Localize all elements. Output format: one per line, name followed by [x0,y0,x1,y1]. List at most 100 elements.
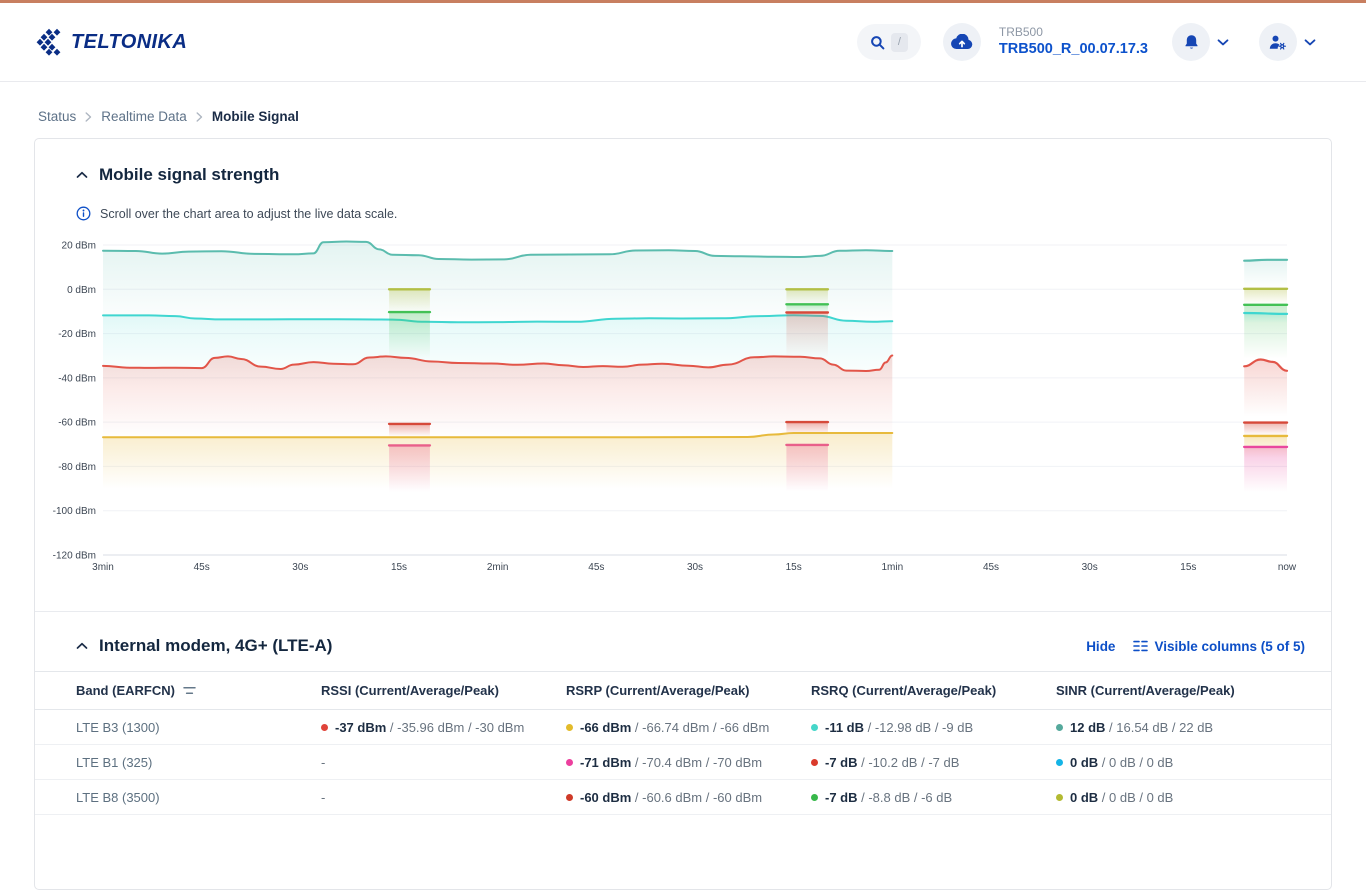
column-header-band[interactable]: Band (EARFCN) [35,672,321,710]
table-header-row: Band (EARFCN) RSSI (Current/Average/Peak… [35,672,1331,710]
signal-chart-area: 20 dBm0 dBm-20 dBm-40 dBm-60 dBm-80 dBm-… [35,233,1331,585]
y-tick-label: -20 dBm [58,329,96,340]
column-header-rsrq: RSRQ (Current/Average/Peak) [811,672,1056,710]
x-tick-label: 15s [391,562,407,573]
metric-cell: - [321,745,566,780]
table-actions: Hide Visible columns (5 of 5) [1086,639,1305,654]
info-icon [76,206,91,221]
filter-icon[interactable] [183,686,196,695]
metric-cell: 12 dB / 16.54 dB / 22 dB [1056,710,1331,745]
collapse-signal-section-button[interactable] [76,171,88,179]
user-menu-chevron-icon[interactable] [1304,33,1316,51]
search-icon [870,35,885,50]
sinr-b8-now-area [1244,289,1287,306]
band-header-label: Band (EARFCN) [76,683,175,698]
breadcrumb: Status Realtime Data Mobile Signal [0,82,1366,124]
band-cell: LTE B3 (1300) [35,710,321,745]
cloud-upload-icon [951,34,973,50]
x-tick-label: 30s [687,562,703,573]
series-color-dot [811,724,818,731]
notifications-chevron-icon[interactable] [1217,33,1229,51]
columns-icon [1133,640,1148,652]
x-tick-label: 45s [983,562,999,573]
sinr-b3-now-area [1244,260,1287,291]
device-firmware: TRB500_R_00.07.17.3 [999,40,1148,59]
user-settings-icon [1269,35,1287,50]
table-row: LTE B1 (325)--71 dBm / -70.4 dBm / -70 d… [35,745,1331,780]
chart-info-text: Scroll over the chart area to adjust the… [100,207,397,221]
y-tick-label: -100 dBm [53,506,96,517]
chevron-right-icon [196,112,203,122]
chevron-right-icon [85,112,92,122]
band-cell: LTE B8 (3500) [35,780,321,815]
chevron-up-icon [76,171,88,179]
search-button[interactable]: / [857,24,921,60]
modem-table: Band (EARFCN) RSSI (Current/Average/Peak… [35,671,1331,815]
series-color-dot [321,724,328,731]
teltonika-logo[interactable]: TELTONIKA [36,28,187,56]
column-header-sinr: SINR (Current/Average/Peak) [1056,672,1331,710]
rsrp-b1-now-area [1244,447,1287,497]
metric-cell: - [321,780,566,815]
logo-wordmark: TELTONIKA [71,31,187,54]
chart-info-row: Scroll over the chart area to adjust the… [35,185,1331,221]
x-tick-label: 30s [292,562,308,573]
series-color-dot [811,759,818,766]
teltonika-logo-mark [36,28,66,56]
x-tick-label: now [1278,562,1297,573]
metric-cell: -11 dB / -12.98 dB / -9 dB [811,710,1056,745]
metric-cell: 0 dB / 0 dB / 0 dB [1056,745,1331,780]
collapse-modem-section-button[interactable] [76,642,88,650]
hide-link-label: Hide [1086,639,1115,654]
app-header: TELTONIKA / TRB500 TRB500_R_00.07.17.3 [0,3,1366,82]
rsrp-b3-area [103,433,892,495]
x-tick-label: 2min [487,562,509,573]
bell-icon [1184,34,1199,50]
visible-columns-label: Visible columns (5 of 5) [1154,639,1305,654]
rsrq-b1-burst2-area [786,313,828,363]
breadcrumb-realtime-data[interactable]: Realtime Data [101,109,187,124]
metric-cell: -7 dB / -8.8 dB / -6 dB [811,780,1056,815]
y-tick-label: -60 dBm [58,418,96,429]
notifications-button[interactable] [1172,23,1210,61]
x-tick-label: 30s [1082,562,1098,573]
hide-link[interactable]: Hide [1086,639,1115,654]
main-card: Mobile signal strength Scroll over the c… [34,138,1332,890]
header-actions: / TRB500 TRB500_R_00.07.17.3 [857,23,1316,61]
x-tick-label: 1min [881,562,903,573]
device-info: TRB500 TRB500_R_00.07.17.3 [999,25,1148,59]
rsrp-b8-now-area [1244,423,1287,437]
metric-cell: -7 dB / -10.2 dB / -7 dB [811,745,1056,780]
device-model: TRB500 [999,25,1148,41]
user-menu-button[interactable] [1259,23,1297,61]
y-tick-label: 20 dBm [62,241,96,252]
modem-section-title: Internal modem, 4G+ (LTE-A) [99,636,332,656]
y-tick-label: -80 dBm [58,462,96,473]
series-color-dot [1056,724,1063,731]
breadcrumb-status[interactable]: Status [38,109,76,124]
visible-columns-button[interactable]: Visible columns (5 of 5) [1133,639,1305,654]
y-tick-label: -120 dBm [53,551,96,562]
metric-cell: -66 dBm / -66.74 dBm / -66 dBm [566,710,811,745]
x-tick-label: 15s [786,562,802,573]
search-shortcut-key: / [891,33,908,52]
rms-cloud-button[interactable] [943,23,981,61]
x-tick-label: 3min [92,562,114,573]
signal-section-title: Mobile signal strength [99,165,279,185]
column-header-rssi: RSSI (Current/Average/Peak) [321,672,566,710]
y-tick-label: 0 dBm [67,285,96,296]
metric-cell: 0 dB / 0 dB / 0 dB [1056,780,1331,815]
modem-section-header: Internal modem, 4G+ (LTE-A) Hide Visible… [35,612,1331,656]
series-color-dot [1056,794,1063,801]
column-header-rsrp: RSRP (Current/Average/Peak) [566,672,811,710]
x-tick-label: 15s [1180,562,1196,573]
metric-cell: -71 dBm / -70.4 dBm / -70 dBm [566,745,811,780]
x-tick-label: 45s [194,562,210,573]
table-row: LTE B8 (3500)--60 dBm / -60.6 dBm / -60 … [35,780,1331,815]
series-color-dot [566,759,573,766]
x-tick-label: 45s [588,562,604,573]
series-color-dot [566,794,573,801]
signal-chart[interactable]: 20 dBm0 dBm-20 dBm-40 dBm-60 dBm-80 dBm-… [35,233,1312,585]
metric-cell: -60 dBm / -60.6 dBm / -60 dBm [566,780,811,815]
sinr-b3-now-line [1244,260,1287,261]
